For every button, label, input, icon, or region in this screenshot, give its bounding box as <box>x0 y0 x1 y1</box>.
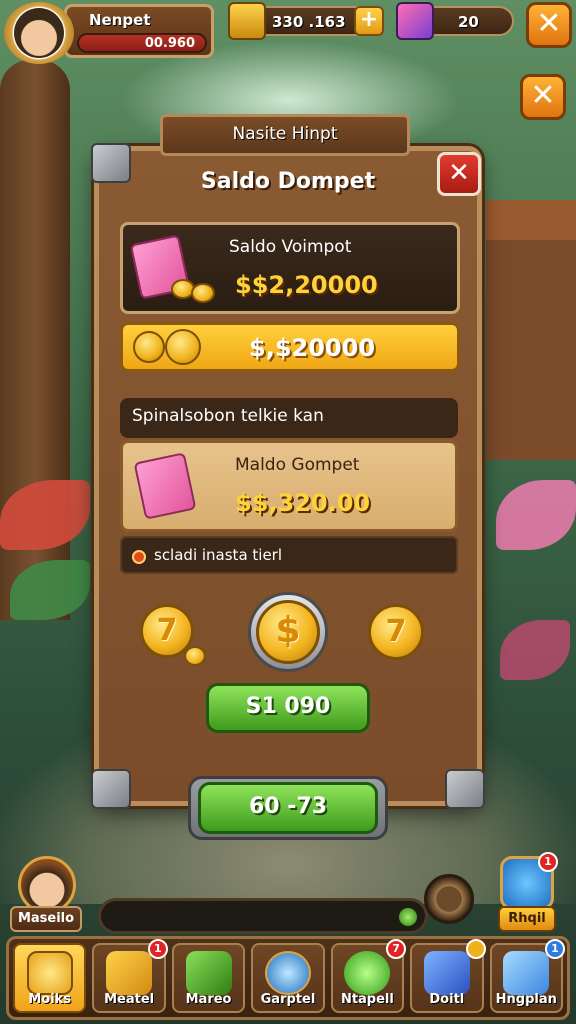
section-header: Spinalsobon telkie kan <box>120 398 458 438</box>
hero-label: Maseilo <box>10 906 82 932</box>
coin-dollar-center[interactable]: $ <box>256 600 320 664</box>
section-label: Spinalsobon telkie kan <box>132 406 324 426</box>
nav-notification-badge: 1 <box>147 939 168 959</box>
green-cube-icon <box>185 951 232 995</box>
coin-seven-right[interactable]: 7 <box>368 604 424 660</box>
info-strip: scladi inasta tierl <box>120 536 458 574</box>
panel-corner <box>91 769 131 809</box>
gold-chest-icon <box>228 2 266 40</box>
balance-label: Saldo Voimpot <box>229 237 352 257</box>
progress-bar <box>98 898 428 934</box>
coin-stack-icon <box>133 331 165 363</box>
balance-amount: $$2,20000 <box>235 271 378 299</box>
gem-amount: 20 <box>458 13 479 31</box>
nav-label: Mareo <box>185 992 232 1007</box>
player-value: 00.960 <box>144 36 195 51</box>
nav-label: Meatel <box>104 992 155 1007</box>
gold-block-icon <box>106 951 153 995</box>
nav-notification-badge: 1 <box>544 939 565 959</box>
nav-item-hngplan[interactable]: Hngplan 1 <box>489 939 565 1013</box>
panel-corner <box>445 769 485 809</box>
panel-close-button[interactable]: ✕ <box>437 152 481 196</box>
card-deck-icon <box>133 452 197 520</box>
coin-icon <box>191 283 215 303</box>
bottom-nav: Moiks Meatel 1 Mareo Garptel Ntapell 7 D… <box>6 936 570 1020</box>
coin-icon <box>165 329 201 365</box>
wallet-card: Maldo Gompet $$,320.00 <box>120 440 458 532</box>
action-button[interactable]: S1 090 <box>206 683 370 733</box>
player-health-bar: 00.960 <box>77 33 207 53</box>
avatar-face-icon <box>14 8 64 58</box>
nav-item-moiks[interactable]: Moiks <box>13 943 87 1013</box>
nav-item-garptel[interactable]: Garptel <box>251 943 325 1013</box>
gem-resource: 20 <box>396 2 514 40</box>
balance-card: Saldo Voimpot $$2,20000 <box>120 222 460 314</box>
side-badge[interactable]: Rhqil 1 <box>498 852 558 936</box>
gold-total-amount: $,$20000 <box>249 334 376 362</box>
player-name: Nenpet <box>89 11 151 29</box>
background-leaf <box>496 480 576 550</box>
coin-icon <box>184 646 206 666</box>
blue-orb-icon <box>264 951 311 995</box>
nav-label: Ntapell <box>340 992 394 1007</box>
info-text: scladi inasta tierl <box>154 546 283 564</box>
green-potion-icon <box>344 951 391 995</box>
shovel-icon[interactable] <box>424 874 474 924</box>
progress-gem-icon <box>399 908 417 926</box>
close-secondary-button[interactable]: ✕ <box>520 74 566 120</box>
gem-book-icon <box>396 2 434 40</box>
nav-notification-dot <box>465 939 486 959</box>
nav-item-ntapell[interactable]: Ntapell 7 <box>330 939 407 1013</box>
side-notification-badge: 1 <box>538 852 558 872</box>
gold-total-bar[interactable]: $,$20000 <box>120 322 460 372</box>
player-avatar[interactable] <box>4 2 74 64</box>
blue-crystal-icon <box>503 951 550 995</box>
gold-amount: 330 .163 <box>272 13 346 31</box>
top-bar: Nenpet 00.960 330 .163 + 20 ✕ <box>0 0 576 64</box>
panel-tab-title: Nasite Hinpt <box>160 114 410 156</box>
side-label: Rhqil <box>498 906 556 932</box>
gold-resource: 330 .163 + <box>228 2 384 40</box>
close-top-button[interactable]: ✕ <box>526 2 572 48</box>
blue-gem-icon <box>423 951 470 995</box>
nav-label: Moiks <box>28 992 72 1007</box>
nav-label: Hngplan <box>495 992 557 1007</box>
background-leaf <box>500 620 570 680</box>
wallet-amount: $$,320.00 <box>235 489 371 517</box>
nav-item-doitl[interactable]: Doitl <box>410 939 486 1013</box>
hero-badge[interactable]: Maseilo <box>10 856 82 936</box>
nav-label: Doitl <box>429 992 465 1007</box>
claim-button[interactable]: 60 -73 <box>198 782 378 834</box>
info-dot-icon <box>132 550 146 564</box>
player-plate[interactable]: Nenpet 00.960 <box>64 4 214 58</box>
wallet-label: Maldo Gompet <box>235 455 360 475</box>
panel-title: Saldo Dompet <box>200 169 376 194</box>
background-hut <box>486 200 576 460</box>
nav-notification-badge: 7 <box>386 939 407 959</box>
nav-item-mareo[interactable]: Mareo <box>171 943 246 1013</box>
add-gold-button[interactable]: + <box>354 6 384 36</box>
gold-coin-stack-icon <box>26 951 73 995</box>
nav-item-meatel[interactable]: Meatel 1 <box>92 939 168 1013</box>
nav-label: Garptel <box>260 992 316 1007</box>
